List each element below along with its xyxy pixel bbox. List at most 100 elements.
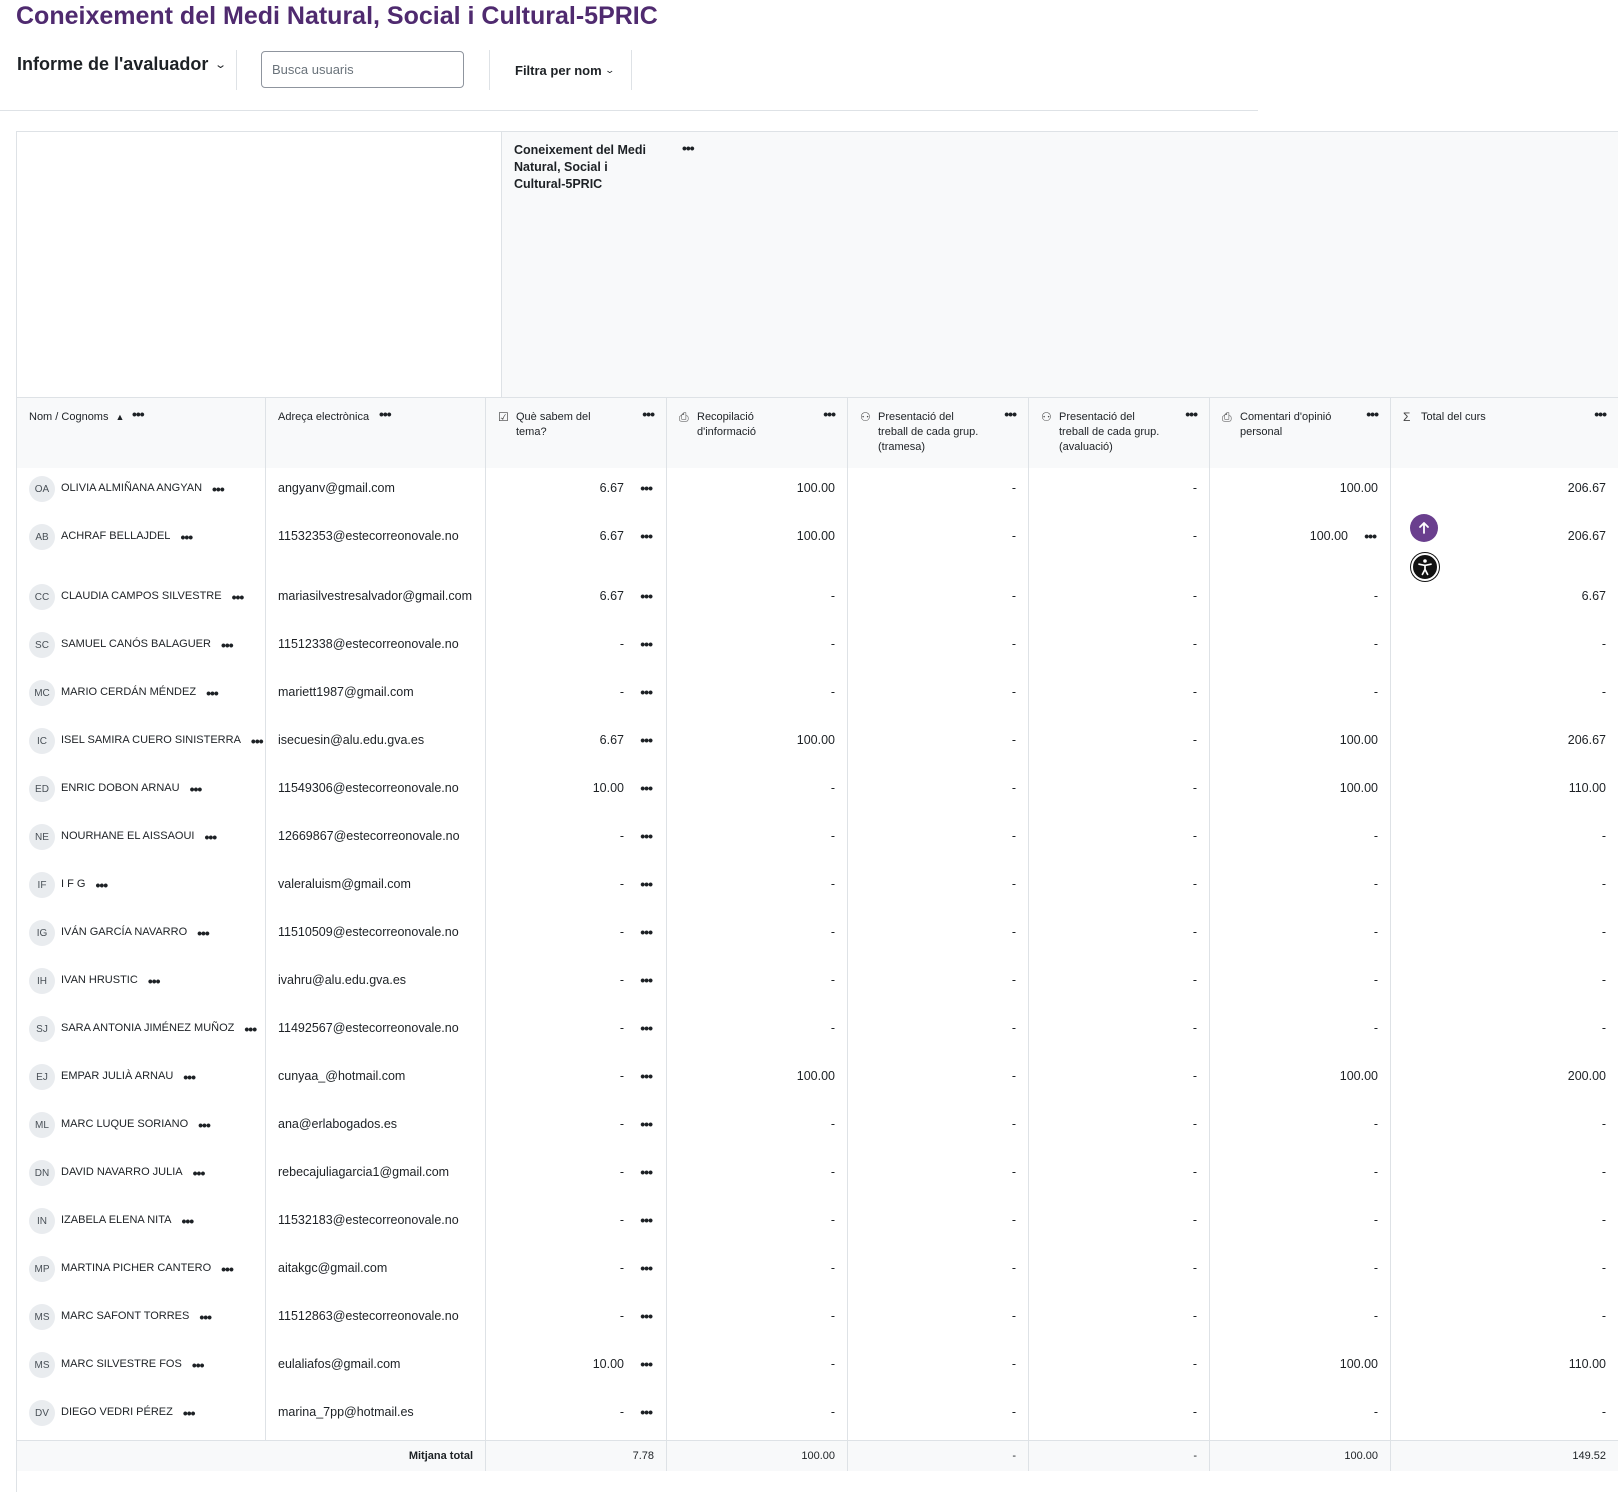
grade-cell[interactable]: -	[1029, 864, 1210, 912]
grade-cell[interactable]: -	[667, 624, 848, 672]
column-actions-menu-icon[interactable]: •••	[132, 407, 145, 421]
grade-cell[interactable]: -	[1391, 960, 1618, 1008]
grade-cell[interactable]: 10.00 •••	[486, 1344, 667, 1392]
grade-cell[interactable]: 100.00	[1210, 720, 1391, 768]
back-to-top-button[interactable]	[1410, 514, 1438, 542]
grade-actions-menu-icon[interactable]: •••	[640, 1165, 653, 1179]
grade-cell[interactable]: -	[1029, 624, 1210, 672]
avatar[interactable]: EJ	[29, 1064, 55, 1090]
grade-cell[interactable]: -	[1210, 1296, 1391, 1344]
grade-cell[interactable]: -	[667, 576, 848, 624]
grade-cell[interactable]: -	[667, 1392, 848, 1440]
grade-cell[interactable]: -	[1391, 1248, 1618, 1296]
avatar[interactable]: IG	[29, 920, 55, 946]
student-actions-menu-icon[interactable]: •••	[190, 782, 203, 796]
grade-cell[interactable]: -	[1029, 468, 1210, 516]
grade-cell[interactable]: 206.67	[1391, 720, 1618, 768]
grade-cell[interactable]: -	[1210, 1248, 1391, 1296]
avatar[interactable]: NE	[29, 824, 55, 850]
grade-cell[interactable]: -	[848, 1152, 1029, 1200]
grade-cell[interactable]: -	[667, 1104, 848, 1152]
grade-cell[interactable]: -	[1210, 864, 1391, 912]
grade-cell[interactable]: -	[1210, 1152, 1391, 1200]
grade-cell[interactable]: -	[667, 1008, 848, 1056]
accessibility-button[interactable]	[1411, 553, 1439, 581]
grade-cell[interactable]: -	[848, 1104, 1029, 1152]
student-actions-menu-icon[interactable]: •••	[212, 482, 225, 496]
grade-cell[interactable]: 100.00	[667, 468, 848, 516]
grade-cell[interactable]: -	[1029, 576, 1210, 624]
grade-actions-menu-icon[interactable]: •••	[1364, 529, 1377, 543]
grade-cell[interactable]: -	[1029, 1056, 1210, 1104]
student-actions-menu-icon[interactable]: •••	[251, 734, 264, 748]
student-actions-menu-icon[interactable]: •••	[244, 1022, 257, 1036]
student-actions-menu-icon[interactable]: •••	[232, 590, 245, 604]
grade-cell[interactable]: 100.00	[1210, 768, 1391, 816]
grade-cell[interactable]: 110.00	[1391, 1344, 1618, 1392]
grade-actions-menu-icon[interactable]: •••	[640, 829, 653, 843]
avatar[interactable]: SC	[29, 632, 55, 658]
grade-cell[interactable]: -	[667, 912, 848, 960]
grade-cell[interactable]: -	[848, 1392, 1029, 1440]
grade-cell[interactable]: -	[1029, 1296, 1210, 1344]
column-actions-menu-icon[interactable]: •••	[1004, 407, 1017, 421]
grade-cell[interactable]: -	[1210, 816, 1391, 864]
grade-actions-menu-icon[interactable]: •••	[640, 973, 653, 987]
student-actions-menu-icon[interactable]: •••	[193, 1166, 206, 1180]
avatar[interactable]: MC	[29, 680, 55, 706]
grade-actions-menu-icon[interactable]: •••	[640, 481, 653, 495]
column-header-email[interactable]: Adreça electrònica •••	[266, 398, 486, 468]
student-name[interactable]: DAVID NAVARRO JULIA	[61, 1166, 183, 1178]
grade-cell[interactable]: -	[848, 576, 1029, 624]
student-name[interactable]: SARA ANTONIA JIMÉNEZ MUÑOZ	[61, 1022, 234, 1034]
student-actions-menu-icon[interactable]: •••	[180, 530, 193, 544]
column-actions-menu-icon[interactable]: •••	[1366, 407, 1379, 421]
grade-cell[interactable]: - •••	[486, 912, 667, 960]
column-actions-menu-icon[interactable]: •••	[823, 407, 836, 421]
grade-cell[interactable]: -	[667, 1200, 848, 1248]
grade-cell[interactable]: -	[1029, 912, 1210, 960]
grade-cell[interactable]: -	[1029, 1248, 1210, 1296]
grade-actions-menu-icon[interactable]: •••	[640, 925, 653, 939]
grade-cell[interactable]: -	[848, 912, 1029, 960]
grade-cell[interactable]: 110.00	[1391, 768, 1618, 816]
grade-cell[interactable]: - •••	[486, 816, 667, 864]
grade-cell[interactable]: -	[1029, 1392, 1210, 1440]
column-header-item[interactable]: Σ Total del curs •••	[1391, 398, 1618, 468]
avatar[interactable]: DV	[29, 1400, 55, 1426]
grade-cell[interactable]: 6.67 •••	[486, 468, 667, 516]
grade-cell[interactable]: -	[1029, 1104, 1210, 1152]
student-name[interactable]: NOURHANE EL AISSAOUI	[61, 830, 194, 842]
student-actions-menu-icon[interactable]: •••	[148, 974, 161, 988]
student-actions-menu-icon[interactable]: •••	[181, 1214, 194, 1228]
grade-cell[interactable]: -	[667, 672, 848, 720]
grade-cell[interactable]: 100.00	[1210, 468, 1391, 516]
column-header-item[interactable]: ⚇ Presentació del treball de cada grup. (…	[1029, 398, 1210, 468]
grade-cell[interactable]: -	[848, 1344, 1029, 1392]
student-actions-menu-icon[interactable]: •••	[221, 1262, 234, 1276]
grade-cell[interactable]: -	[1029, 672, 1210, 720]
student-name[interactable]: DIEGO VEDRI PÉREZ	[61, 1406, 173, 1418]
grade-cell[interactable]: -	[1210, 1200, 1391, 1248]
avatar[interactable]: ED	[29, 776, 55, 802]
grade-cell[interactable]: -	[848, 864, 1029, 912]
grade-cell[interactable]: - •••	[486, 960, 667, 1008]
student-name[interactable]: IVÁN GARCÍA NAVARRO	[61, 926, 187, 938]
grade-cell[interactable]: -	[667, 1248, 848, 1296]
student-name[interactable]: ACHRAF BELLAJDEL	[61, 530, 170, 542]
category-actions-menu-icon[interactable]: •••	[682, 141, 695, 155]
grade-cell[interactable]: -	[1029, 1200, 1210, 1248]
student-actions-menu-icon[interactable]: •••	[204, 830, 217, 844]
grade-cell[interactable]: -	[1210, 1008, 1391, 1056]
grade-cell[interactable]: -	[667, 1296, 848, 1344]
grade-cell[interactable]: 6.67 •••	[486, 720, 667, 768]
student-name[interactable]: IZABELA ELENA NITA	[61, 1214, 171, 1226]
avatar[interactable]: DN	[29, 1160, 55, 1186]
student-name[interactable]: SAMUEL CANÓS BALAGUER	[61, 638, 211, 650]
student-actions-menu-icon[interactable]: •••	[192, 1358, 205, 1372]
grade-cell[interactable]: - •••	[486, 624, 667, 672]
grade-cell[interactable]: -	[1391, 1392, 1618, 1440]
avatar[interactable]: OA	[29, 476, 55, 502]
grade-cell[interactable]: -	[1391, 1152, 1618, 1200]
grade-cell[interactable]: -	[667, 1344, 848, 1392]
